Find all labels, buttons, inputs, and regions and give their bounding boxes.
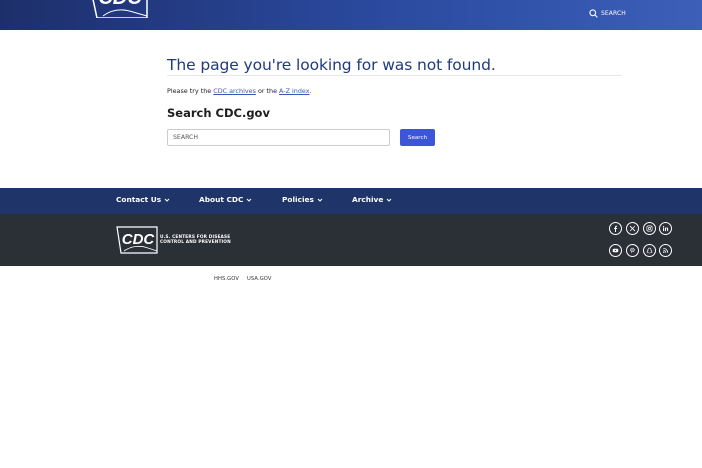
footer-logo-text: U.S. CENTERS FOR DISEASE CONTROL AND PRE…: [160, 235, 231, 246]
x-link[interactable]: [626, 222, 639, 235]
help-text: Please try the CDC archives or the A-Z i…: [167, 87, 312, 95]
footer-logo[interactable]: CDC U.S. CENTERS FOR DISEASE CONTROL AND…: [116, 226, 236, 254]
page-title: The page you're looking for was not foun…: [167, 54, 622, 76]
main-content: The page you're looking for was not foun…: [167, 54, 622, 146]
logo-text-line2: CONTROL AND PREVENTION: [160, 240, 231, 246]
instagram-icon: [646, 225, 653, 232]
pinterest-icon: [630, 247, 635, 254]
snapchat-link[interactable]: [643, 244, 656, 257]
svg-text:CDC: CDC: [122, 231, 156, 248]
chevron-down-icon: [317, 198, 323, 202]
help-suffix: .: [309, 87, 312, 95]
facebook-link[interactable]: [609, 222, 622, 235]
rss-link[interactable]: [659, 244, 672, 257]
pinterest-link[interactable]: [626, 244, 639, 257]
footer-nav-label: Policies: [282, 195, 314, 204]
chevron-down-icon: [247, 198, 252, 202]
chevron-down-icon: [386, 198, 392, 202]
footer-nav-about-cdc[interactable]: About CDC: [199, 195, 252, 204]
az-index-link[interactable]: A-Z index: [279, 87, 309, 95]
footer-nav-contact-us[interactable]: Contact Us: [116, 195, 170, 204]
hhs-gov-link[interactable]: HHS.GOV: [214, 276, 239, 282]
chevron-down-icon: [164, 198, 170, 202]
search-input[interactable]: [167, 129, 390, 146]
rss-icon: [663, 247, 669, 253]
header-search-label: SEARCH: [601, 9, 626, 17]
header-search-button[interactable]: SEARCH: [589, 7, 626, 19]
youtube-link[interactable]: [609, 244, 622, 257]
youtube-icon: [612, 248, 619, 253]
usa-gov-link[interactable]: USA.GOV: [247, 276, 272, 282]
search-button[interactable]: Search: [400, 129, 435, 146]
footer-nav-archive[interactable]: Archive: [352, 195, 392, 204]
search-icon: [589, 8, 598, 18]
footer-nav-policies[interactable]: Policies: [282, 195, 323, 204]
linkedin-icon: [662, 225, 669, 232]
footer-nav-label: Contact Us: [116, 195, 162, 204]
cdc-logo-mark: CDC: [116, 226, 158, 254]
cdc-archives-link[interactable]: CDC archives: [213, 87, 256, 95]
svg-text:CDC: CDC: [98, 0, 142, 9]
linkedin-link[interactable]: [659, 222, 672, 235]
cdc-logo[interactable]: CDC: [89, 0, 149, 18]
site-header: CDC SEARCH: [0, 0, 702, 30]
footer-nav-label: About CDC: [199, 195, 244, 204]
x-icon: [629, 225, 636, 232]
instagram-link[interactable]: [643, 222, 656, 235]
facebook-icon: [614, 225, 618, 232]
help-prefix: Please try the: [167, 87, 214, 95]
snapchat-icon: [646, 247, 653, 254]
site-footer: CDC U.S. CENTERS FOR DISEASE CONTROL AND…: [0, 214, 702, 266]
footer-nav: Contact Us About CDC Policies Archive: [0, 188, 702, 214]
footer-nav-label: Archive: [352, 195, 384, 204]
help-middle: or the: [255, 87, 280, 95]
search-heading: Search CDC.gov: [167, 106, 270, 120]
